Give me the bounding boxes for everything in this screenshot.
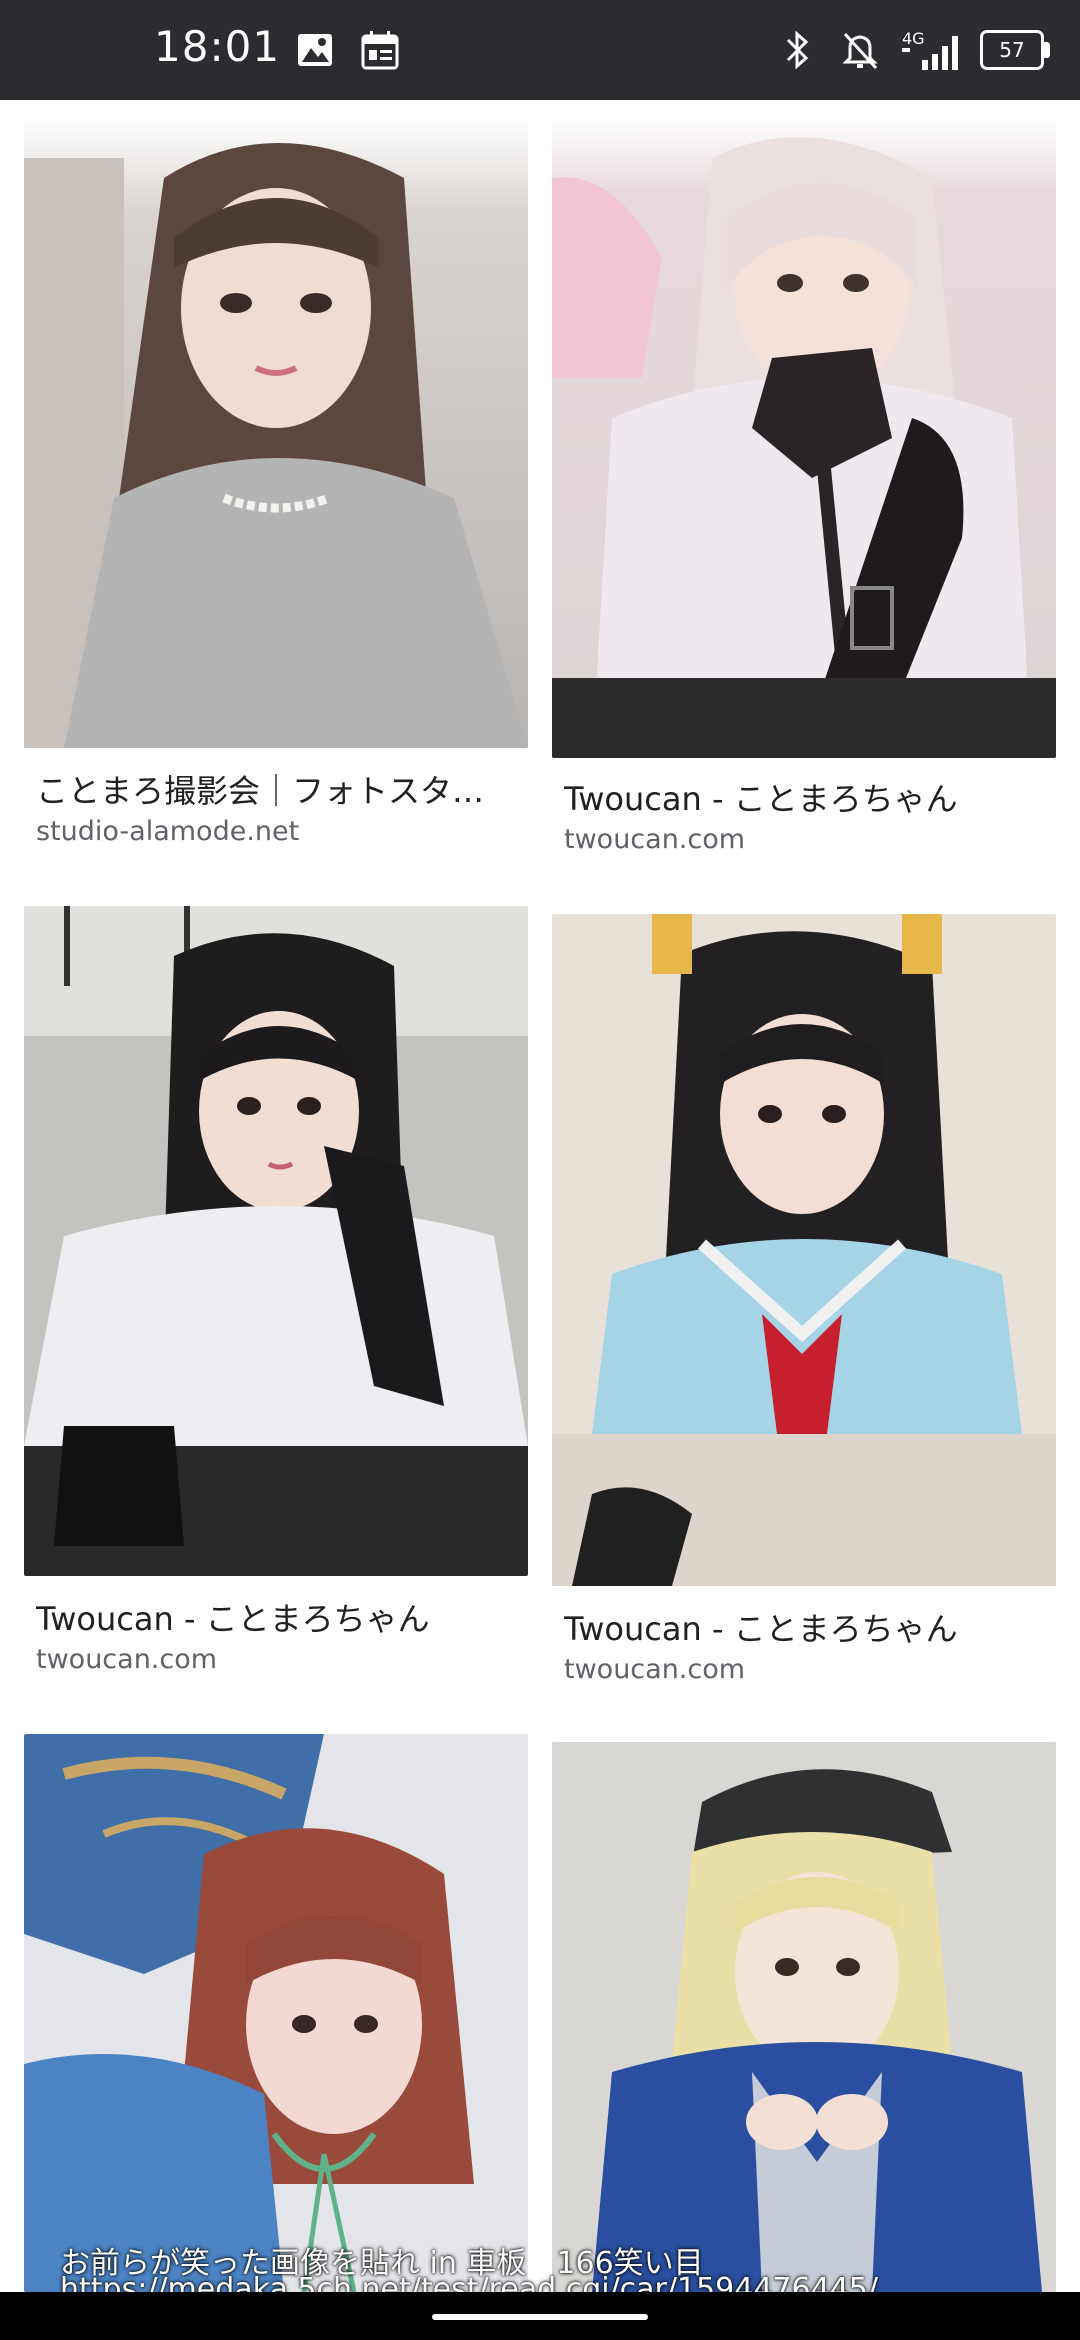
result-domain: twoucan.com: [564, 1654, 746, 1685]
result-card[interactable]: Twoucan - ことまろちゃん twoucan.com: [552, 118, 1056, 868]
result-image[interactable]: [552, 1742, 1056, 2292]
result-card[interactable]: [24, 1734, 528, 2294]
result-image[interactable]: [24, 118, 528, 748]
result-domain: studio-alamode.net: [36, 816, 300, 847]
battery-level: 57: [999, 38, 1025, 62]
result-domain: twoucan.com: [36, 1644, 218, 1675]
result-domain: twoucan.com: [564, 824, 746, 855]
result-image[interactable]: [24, 906, 528, 1576]
result-image[interactable]: [552, 118, 1056, 758]
status-time: 18:01: [154, 22, 281, 71]
result-title[interactable]: Twoucan - ことまろちゃん: [36, 1594, 516, 1640]
result-image[interactable]: [24, 1734, 528, 2292]
mute-icon: [840, 28, 880, 72]
result-card[interactable]: Twoucan - ことまろちゃん twoucan.com: [552, 914, 1056, 1694]
result-title[interactable]: Twoucan - ことまろちゃん: [564, 1604, 1044, 1650]
calendar-icon: [360, 28, 400, 72]
home-gesture-handle[interactable]: [432, 2314, 648, 2320]
status-bar: 18:01 4G 57: [0, 0, 1080, 100]
result-title[interactable]: Twoucan - ことまろちゃん: [564, 774, 1044, 820]
result-card[interactable]: Twoucan - ことまろちゃん twoucan.com: [24, 906, 528, 1686]
battery-icon: 57: [980, 30, 1052, 70]
signal-icon: 4G: [900, 28, 962, 72]
bluetooth-icon: [782, 28, 814, 72]
result-image[interactable]: [552, 914, 1056, 1586]
result-title[interactable]: ことまろ撮影会｜フォトスタ…: [36, 766, 516, 812]
gallery-icon: [296, 28, 334, 72]
svg-text:4G: 4G: [902, 29, 925, 48]
result-card[interactable]: [552, 1742, 1056, 2294]
result-card[interactable]: ことまろ撮影会｜フォトスタ… studio-alamode.net: [24, 118, 528, 858]
